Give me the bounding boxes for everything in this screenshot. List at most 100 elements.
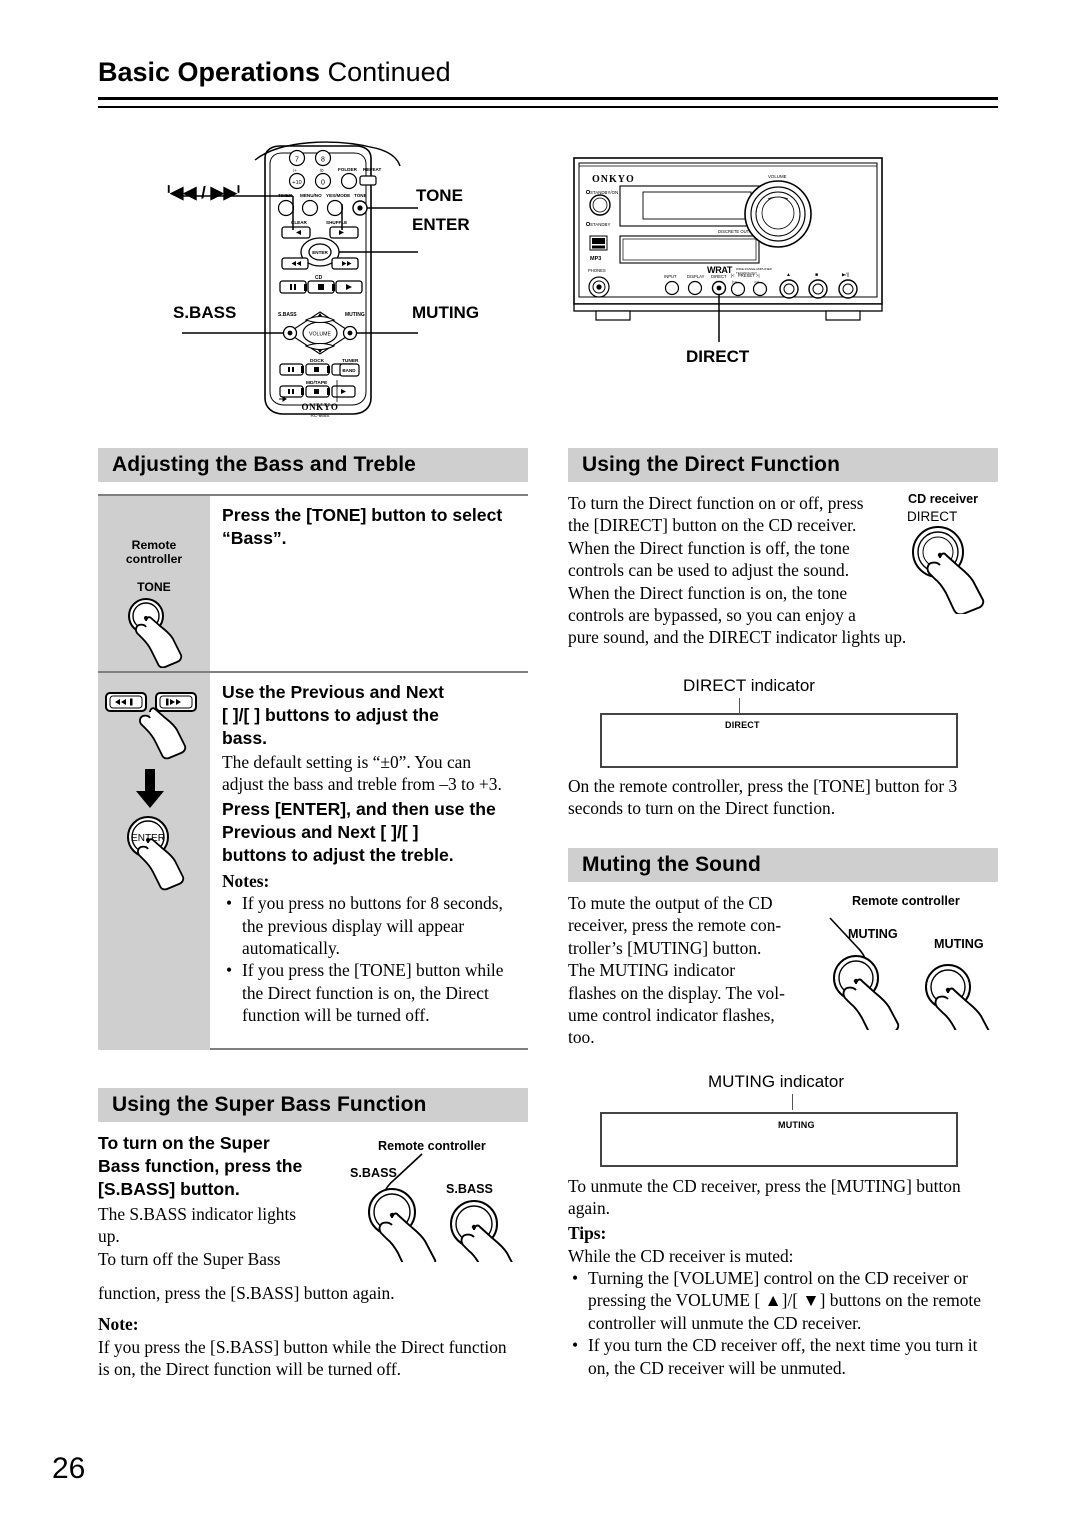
svg-text:TUNER: TUNER: [342, 358, 359, 364]
super-bass-btn-label-right: S.BASS: [446, 1182, 493, 1196]
note-item: If you press the [TONE] button while the…: [222, 959, 518, 1026]
section-title-bass-treble: Adjusting the Bass and Treble: [112, 453, 416, 476]
direct-line: To turn the Direct function on or off, p…: [568, 493, 864, 513]
muting-line: receiver, press the remote con-: [568, 915, 782, 936]
page-title-continued: Continued: [327, 57, 451, 87]
procedure-row-1-text: Press the [TONE] button to select “Bass”…: [210, 496, 528, 671]
svg-text:>|: >|: [756, 273, 760, 278]
muting-unmute-line2: again.: [568, 1198, 611, 1218]
svg-text:■: ■: [815, 272, 818, 278]
tips-heading: Tips:: [568, 1223, 607, 1243]
muting-unmute-line1: To unmute the CD receiver, press the [MU…: [568, 1176, 961, 1196]
muting-line: To mute the output of the CD: [568, 893, 773, 913]
svg-text:0: 0: [321, 180, 325, 187]
prev-next-enter-press-icon: ENTER: [105, 692, 197, 891]
svg-text:ONKYO: ONKYO: [592, 174, 635, 185]
step2-instruction2-line1: Press [ENTER], and then use the: [222, 798, 496, 819]
super-bass-body-line3: To turn off the Super Bass: [98, 1248, 281, 1269]
step2-instruction2-line3: buttons to adjust the treble.: [222, 844, 454, 865]
super-bass-instruction-line2: Bass function, press the: [98, 1156, 303, 1176]
svg-text:DIRECT: DIRECT: [711, 274, 727, 279]
muting-indicator-caption: MUTING indicator: [708, 1072, 845, 1091]
muting-btn-label-left: MUTING: [848, 927, 898, 941]
muting-btn-label-right: MUTING: [934, 937, 984, 951]
page-number: 26: [52, 1452, 86, 1485]
page-title-bold: Basic Operations: [98, 57, 321, 87]
callout-enter: ENTER: [412, 215, 470, 234]
svg-text:+10: +10: [292, 180, 301, 186]
muting-indicator-display: MUTING: [600, 1112, 958, 1167]
super-bass-instruction-line1: To turn on the Super: [98, 1133, 270, 1153]
direct-indicator-leader: [739, 698, 740, 714]
step2-note-line1: The default setting is “±0”. You can: [222, 752, 472, 772]
super-bass-text-block: To turn on the Super Bass function, pres…: [98, 1132, 338, 1270]
direct-press-illustration: [912, 526, 985, 614]
callout-tone: TONE: [416, 186, 463, 205]
svg-text:PHONES: PHONES: [588, 268, 606, 273]
svg-text:MUTING: MUTING: [345, 312, 365, 318]
direct-indicator-display: DIRECT: [600, 713, 958, 768]
svg-text:SHUFFLE: SHUFFLE: [326, 220, 347, 225]
super-bass-btn-label-left: S.BASS: [350, 1166, 397, 1180]
direct-indicator-tag: DIRECT: [725, 720, 760, 730]
muting-line: ume control indicator flashes,: [568, 1005, 775, 1026]
svg-text:MP3: MP3: [590, 256, 601, 262]
svg-text:MENU/NO: MENU/NO: [300, 193, 322, 198]
muting-diagram: [824, 890, 1004, 1030]
svg-text:STANDBY: STANDBY: [590, 222, 610, 227]
step1-instruction-b: “Bass”.: [222, 528, 287, 548]
procedure-row-2-figure: ENTER: [98, 673, 210, 1050]
svg-text:MD/TAPE: MD/TAPE: [306, 380, 328, 386]
tips-intro: While the CD receiver is muted:: [568, 1246, 794, 1266]
svg-text:8: 8: [321, 157, 325, 164]
step2-instruction-line1: Use the Previous and Next: [222, 682, 444, 702]
muting-paragraph: To mute the output of the CD receiver, p…: [568, 892, 838, 1049]
tip-item: Turning the [VOLUME] control on the CD r…: [568, 1267, 1000, 1334]
svg-text:▶/||: ▶/||: [842, 272, 849, 277]
page-title: Basic Operations Continued: [98, 56, 998, 88]
svg-text:DISPLAY: DISPLAY: [687, 274, 705, 279]
direct-footer-line2: seconds to turn on the Direct function.: [568, 798, 836, 818]
svg-text:RC-668S: RC-668S: [311, 413, 330, 418]
callout-receiver-direct: DIRECT: [686, 347, 750, 366]
svg-text:DOCK: DOCK: [310, 358, 325, 364]
page-header: Basic Operations Continued: [98, 56, 998, 88]
super-bass-note-heading: Note:: [98, 1314, 139, 1334]
svg-text:VOLUME: VOLUME: [768, 174, 787, 179]
super-bass-instruction-line3: [S.BASS] button.: [98, 1179, 240, 1199]
super-bass-note-line2: is on, the Direct function will be turne…: [98, 1359, 401, 1379]
direct-line: controls can be used to adjust the sound…: [568, 560, 850, 581]
direct-btn-label: DIRECT: [907, 509, 958, 524]
direct-press-diagram: [900, 524, 1010, 614]
tips-list: Turning the [VOLUME] control on the CD r…: [568, 1267, 1000, 1379]
direct-line: When the Direct function is on, the tone: [568, 582, 848, 603]
svg-text:S.BASS: S.BASS: [278, 312, 297, 318]
svg-text:|<: |<: [731, 273, 735, 278]
notes-list: If you press no buttons for 8 seconds, t…: [222, 892, 518, 1026]
svg-text:BAND: BAND: [342, 368, 356, 373]
section-title-muting: Muting the Sound: [582, 853, 761, 876]
tone-button-press-icon: [128, 598, 183, 668]
svg-text:CD: CD: [315, 275, 323, 281]
svg-text:ENTER: ENTER: [312, 250, 328, 255]
callout-sbass: S.BASS: [173, 303, 237, 322]
procedure-row-2-text: Use the Previous and Next [ ]/[ ] button…: [210, 673, 528, 1050]
label-tone-button: TONE: [137, 580, 171, 594]
direct-device-label: CD receiver: [908, 492, 979, 506]
tip-item: If you turn the CD receiver off, the nex…: [568, 1334, 1000, 1379]
section-bar-direct: Using the Direct Function: [568, 448, 998, 482]
muting-indicator-leader: [792, 1094, 793, 1110]
muting-indicator-tag: MUTING: [778, 1120, 815, 1130]
step2-note-line2: adjust the bass and treble from –3 to +3…: [222, 774, 502, 795]
svg-text:YES/MODE: YES/MODE: [326, 193, 350, 198]
muting-line: flashes on the display. The vol-: [568, 982, 785, 1003]
procedure-table-bass-treble: Remote controller TONE Press the [TONE] …: [98, 494, 528, 1050]
muting-line: too.: [568, 1027, 595, 1048]
muting-press-illustration: [829, 917, 990, 1030]
direct-line: pure sound, and the DIRECT indicator lig…: [568, 627, 907, 648]
super-bass-body-line4: function, press the [S.BASS] button agai…: [98, 1283, 395, 1303]
direct-line: When the Direct function is off, the ton…: [568, 537, 850, 558]
step1-instruction-a: Press the [TONE] button to select: [222, 505, 503, 525]
muting-remote-label: Remote controller: [852, 894, 960, 908]
svg-text:TONE: TONE: [354, 193, 367, 198]
